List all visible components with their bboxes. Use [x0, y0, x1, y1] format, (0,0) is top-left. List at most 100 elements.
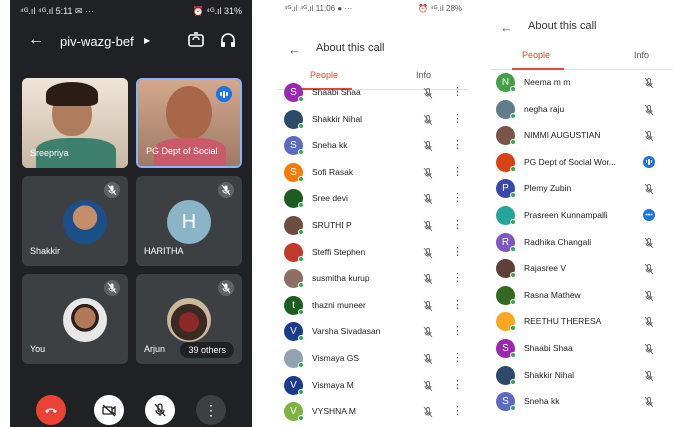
list-item[interactable]: susmitha kurup ⋮ — [278, 266, 468, 292]
participant-tile-sreepriya[interactable]: Sreepriya — [22, 78, 128, 168]
participant-name: Shaabi Shaa — [312, 87, 361, 97]
participant-tile-you[interactable]: You — [22, 274, 128, 364]
list-item[interactable]: Shakkir Nihal — [490, 363, 673, 389]
end-call-button[interactable] — [36, 395, 66, 425]
about-call-screen-1: ⁴ᴳ.ıl ⁴ᴳ.ıl 11:06 ● ··· ⏰ ⁴ᴳ.ıl 28% ← Ab… — [278, 0, 468, 427]
online-dot — [510, 86, 516, 92]
person-hair — [46, 82, 98, 106]
list-item[interactable]: t thazni muneer ⋮ — [278, 293, 468, 319]
list-item[interactable]: Vismaya GS ⋮ — [278, 346, 468, 372]
list-item[interactable]: negha raju — [490, 97, 673, 123]
more-vertical-icon[interactable]: ⋮ — [452, 351, 463, 364]
list-item[interactable]: R Radhika Changali — [490, 230, 673, 256]
tabs: People Info — [490, 50, 673, 70]
online-dot — [298, 122, 304, 129]
speaking-indicator-icon — [216, 86, 232, 102]
switch-camera-icon[interactable] — [186, 30, 206, 50]
more-vertical-icon[interactable]: ⋮ — [452, 85, 463, 98]
caret-right-icon[interactable]: ▶ — [144, 36, 150, 45]
list-item[interactable]: V Varsha Sivadasan ⋮ — [278, 319, 468, 345]
list-item[interactable]: Rajasree V — [490, 256, 673, 282]
more-vertical-icon[interactable]: ⋮ — [452, 271, 463, 284]
participant-tile-pg-dept[interactable]: PG Dept of Social — [136, 78, 242, 168]
online-dot — [298, 308, 304, 315]
online-dot — [298, 149, 304, 156]
more-vertical-icon[interactable]: ⋮ — [452, 245, 463, 258]
participant-name: Prasreen Kunnampalli — [524, 210, 608, 220]
avatar: H — [167, 200, 211, 244]
more-vertical-icon[interactable]: ⋮ — [452, 378, 463, 391]
back-arrow-icon[interactable]: ← — [288, 42, 301, 57]
list-item[interactable]: Sree devi ⋮ — [278, 186, 468, 212]
meeting-code[interactable]: piv-wazg-bef — [60, 34, 134, 49]
more-vertical-icon[interactable]: ⋮ — [452, 165, 463, 178]
more-vertical-icon[interactable]: ⋮ — [452, 138, 463, 151]
more-options-button[interactable]: ⋮ — [196, 395, 226, 425]
participant-tile-haritha[interactable]: H HARITHA — [136, 176, 242, 266]
video-off-icon — [102, 404, 116, 417]
mic-off-icon — [643, 129, 655, 142]
status-bar: ⁴ᴳ.ıl ⁴ᴳ.ıl 5:11 ✉ ··· ⏰ ⁴ᴳ.ıl 31% — [20, 6, 242, 17]
camera-toggle-button[interactable] — [94, 395, 124, 425]
more-vertical-icon[interactable]: ⋮ — [452, 218, 463, 231]
more-vertical-icon[interactable]: ⋮ — [452, 404, 463, 417]
online-dot — [510, 245, 516, 252]
mic-toggle-button[interactable] — [145, 395, 175, 425]
list-item[interactable]: PG Dept of Social Wor... — [490, 150, 673, 176]
mic-off-icon — [422, 166, 434, 179]
list-item[interactable]: P Plemy Zubin — [490, 176, 673, 202]
list-item[interactable]: Steffi Stephen ⋮ — [278, 240, 468, 266]
participant-name: REETHU THERESA — [524, 316, 602, 327]
mic-off-icon — [422, 113, 434, 125]
online-dot — [510, 405, 516, 412]
tab-info[interactable]: Info — [634, 50, 649, 60]
list-item[interactable]: S Sneha kk ⋮ — [278, 133, 468, 159]
list-item[interactable]: NIMMI AUGUSTIAN — [490, 123, 673, 149]
online-dot — [510, 352, 516, 358]
participant-name: Shakkir — [30, 246, 61, 256]
list-item[interactable]: SRUTHI P ⋮ — [278, 213, 468, 239]
online-dot — [298, 415, 304, 422]
list-item[interactable]: Prasreen Kunnampalli ••• — [490, 203, 673, 229]
participant-name: PG Dept of Social Wor... — [524, 156, 616, 167]
list-item[interactable]: Rasna Mathew — [490, 283, 673, 309]
back-arrow-icon[interactable]: ← — [500, 20, 513, 35]
online-dot — [298, 202, 304, 209]
more-vertical-icon[interactable]: ⋮ — [452, 324, 463, 337]
list-item[interactable]: S Sofi Rasak ⋮ — [278, 160, 468, 186]
participant-name: Rajasree V — [524, 263, 567, 274]
mic-off-icon — [643, 103, 655, 115]
status-left: ⁴ᴳ.ıl ⁴ᴳ.ıl 5:11 ✉ ··· — [20, 6, 95, 16]
participant-name: Vismaya GS — [312, 353, 360, 363]
tab-people[interactable]: People — [310, 70, 338, 80]
others-count-badge[interactable]: 39 others — [180, 342, 234, 358]
list-item[interactable]: S Shaabi Shaa — [490, 336, 673, 362]
more-horizontal-icon[interactable]: ••• — [643, 209, 655, 221]
list-item[interactable]: N Neema m m — [490, 70, 673, 96]
headphones-icon[interactable] — [218, 30, 238, 50]
more-vertical-icon[interactable]: ⋮ — [452, 112, 463, 125]
list-item[interactable]: REETHU THERESA — [490, 309, 673, 335]
participant-name: negha raju — [524, 103, 565, 114]
tab-people[interactable]: People — [522, 50, 550, 60]
tab-info[interactable]: Info — [416, 70, 431, 80]
more-vertical-icon[interactable]: ⋮ — [452, 191, 463, 204]
online-dot — [510, 298, 516, 305]
mic-off-icon — [422, 139, 434, 152]
participant-tile-shakkir[interactable]: Shakkir — [22, 176, 128, 266]
status-right: ⏰ ⁴ᴳ.ıl 28% — [417, 4, 462, 13]
speaking-indicator-icon — [643, 155, 655, 168]
list-item[interactable]: Shakkir Nihal ⋮ — [278, 107, 468, 133]
mic-off-icon — [422, 219, 434, 232]
mic-off-icon — [643, 395, 655, 408]
mic-off-icon — [422, 405, 434, 418]
list-item[interactable]: V VYSHNA M ⋮ — [278, 399, 468, 425]
list-item[interactable]: S Shaabi Shaa ⋮ — [278, 80, 468, 106]
back-arrow-icon[interactable]: ← — [28, 31, 44, 49]
list-item[interactable]: S Sneha kk — [490, 389, 673, 415]
more-vertical-icon[interactable]: ⋮ — [452, 298, 463, 311]
mic-off-icon — [104, 280, 120, 296]
list-item[interactable]: V Vismaya M ⋮ — [278, 373, 468, 399]
participant-tile-arjun[interactable]: Arjun 39 others — [136, 274, 242, 364]
online-dot — [298, 255, 304, 262]
